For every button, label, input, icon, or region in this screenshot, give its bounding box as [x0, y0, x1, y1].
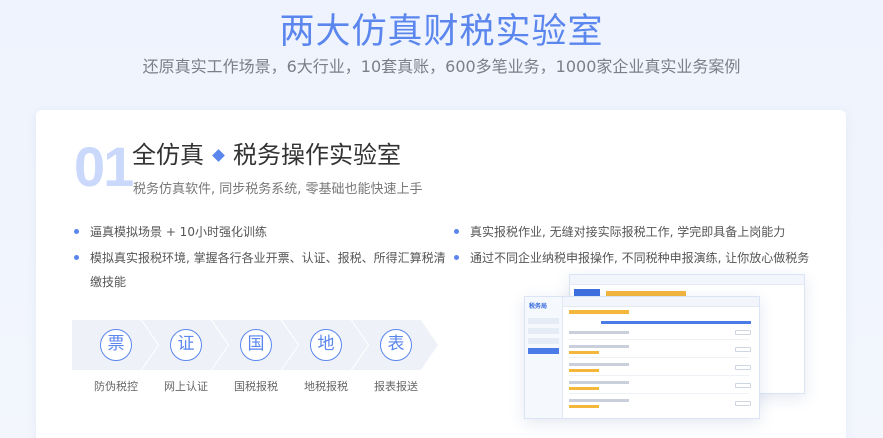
section-title-part2: 税务操作实验室 [233, 141, 401, 169]
screenshot-row-tag [569, 405, 599, 408]
bullet-text: 通过不同企业纳税申报操作, 不同税种申报演练, 让你放心做税务 [470, 251, 810, 265]
screenshot-sidebar-item [528, 318, 559, 324]
section-description: 税务仿真软件, 同步税务系统, 零基础也能快速上手 [133, 182, 423, 197]
screenshot-sidebar-item [528, 338, 559, 344]
screenshot-row [569, 381, 629, 384]
software-screenshot-front: 税务局 [524, 296, 760, 419]
screenshot-sidebar-item [528, 348, 559, 354]
step-label: 防伪税控 [94, 380, 138, 393]
bullet-icon [74, 229, 79, 234]
screenshot-highlight [569, 310, 629, 314]
screenshot-divider [569, 375, 749, 376]
screenshot-row-button [735, 347, 751, 352]
screenshot-row-button [735, 383, 751, 388]
section-title: 全仿真 税务操作实验室 [132, 138, 401, 172]
screenshot-row-tag [569, 369, 599, 372]
step-label: 网上认证 [164, 380, 208, 393]
screenshot-row [569, 331, 629, 334]
bullet-icon [454, 255, 459, 260]
section-title-part1: 全仿真 [132, 141, 204, 169]
page-title: 两大仿真财税实验室 [279, 12, 604, 52]
list-item: 通过不同企业纳税申报操作, 不同税种申报演练, 让你放心做税务 [454, 246, 854, 270]
screenshot-row-button [735, 365, 751, 370]
screenshot-row [569, 399, 629, 402]
step-badge: 国 [240, 329, 272, 361]
list-item: 逼真模拟场景 + 10小时强化训练 [74, 220, 474, 244]
feature-list-left: 逼真模拟场景 + 10小时强化训练 模拟真实报税环境, 掌握各行各业开票、认证、… [74, 220, 474, 296]
step-badge: 地 [310, 329, 342, 361]
step-label: 报表报送 [374, 380, 418, 393]
feature-list-right: 真实报税作业, 无缝对接实际报税工作, 学完即具备上岗能力 通过不同企业纳税申报… [454, 220, 854, 272]
step-label: 国税报税 [234, 380, 278, 393]
list-item: 模拟真实报税环境, 掌握各行各业开票、认证、报税、所得汇算税清 缴技能 [74, 246, 474, 294]
step-badge: 票 [100, 329, 132, 361]
screenshot-progress [601, 321, 751, 324]
step-label: 地税报税 [304, 380, 348, 393]
screenshot-divider [569, 339, 749, 340]
bullet-text: 逼真模拟场景 + 10小时强化训练 [90, 225, 267, 239]
screenshot-row [569, 363, 629, 366]
screenshot-row-tag [569, 387, 599, 390]
bullet-text-continued: 缴技能 [90, 275, 127, 289]
bullet-icon [454, 229, 459, 234]
screenshot-divider [569, 393, 749, 394]
screenshot-row-button [735, 330, 751, 335]
diamond-icon [212, 148, 225, 162]
screenshot-sidebar: 税务局 [525, 297, 563, 418]
screenshot-toolbar [570, 275, 804, 285]
screenshot-divider [569, 357, 749, 358]
screenshot-row-tag [569, 351, 599, 354]
bullet-icon [74, 255, 79, 260]
bullet-text: 模拟真实报税环境, 掌握各行各业开票、认证、报税、所得汇算税清 [90, 251, 446, 265]
screenshot-row [569, 345, 629, 348]
step-badge: 表 [380, 329, 412, 361]
screenshot-sidebar-item [528, 328, 559, 334]
screenshot-row-button [735, 401, 751, 406]
section-number: 01 [74, 135, 134, 198]
step-chevron: 票 [72, 320, 158, 370]
process-steps: 票 证 国 地 表 [72, 320, 452, 370]
screenshot-header [563, 297, 759, 307]
list-item: 真实报税作业, 无缝对接实际报税工作, 学完即具备上岗能力 [454, 220, 854, 244]
bullet-text: 真实报税作业, 无缝对接实际报税工作, 学完即具备上岗能力 [470, 225, 786, 239]
page-subtitle: 还原真实工作场景，6大行业，10套真账，600多笔业务，1000家企业真实业务案… [142, 57, 741, 76]
screenshot-logo: 税务局 [529, 303, 548, 310]
lab-card: 01 全仿真 税务操作实验室 税务仿真软件, 同步税务系统, 零基础也能快速上手… [36, 110, 846, 438]
step-badge: 证 [170, 329, 202, 361]
